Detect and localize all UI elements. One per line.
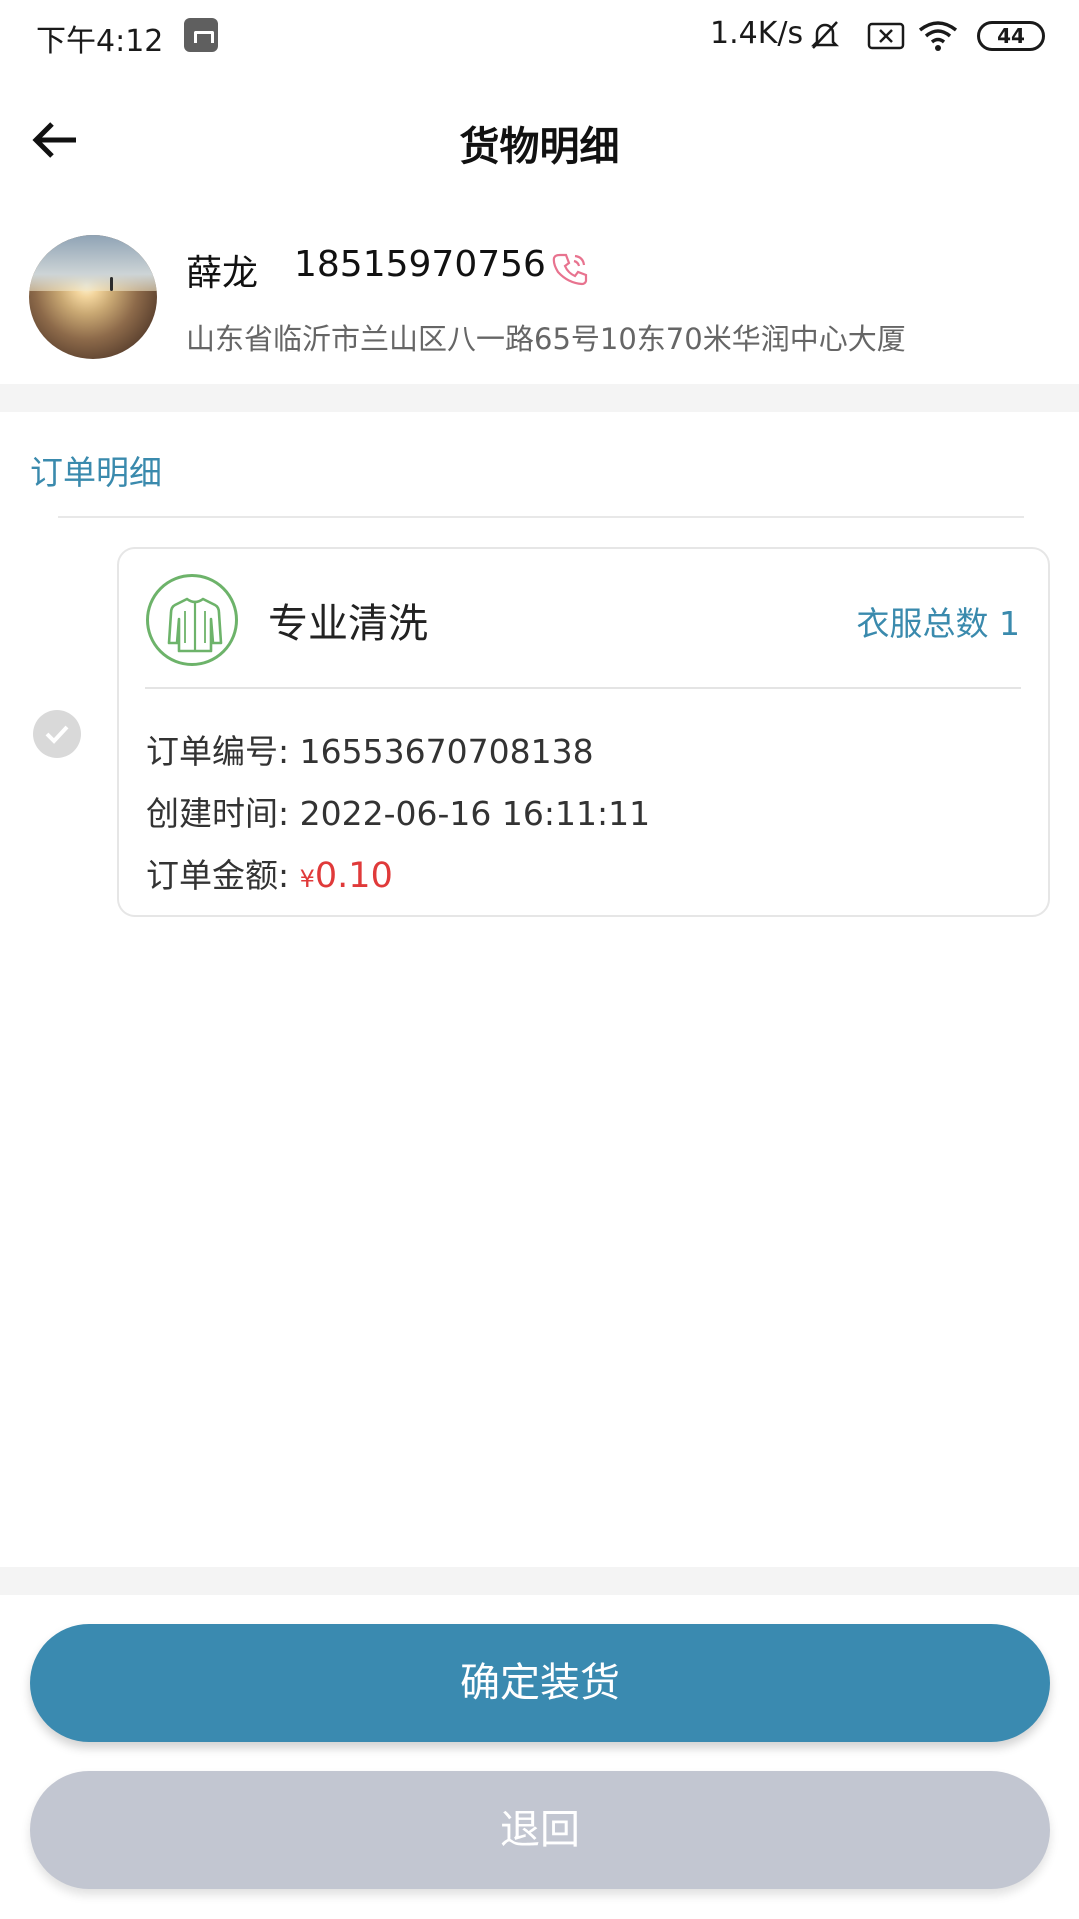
divider bbox=[145, 687, 1021, 689]
order-number-label: 订单编号: bbox=[146, 732, 290, 771]
divider bbox=[0, 1567, 1079, 1595]
return-button[interactable]: 退回 bbox=[30, 1771, 1050, 1889]
divider bbox=[58, 516, 1024, 518]
order-amount: 0.10 bbox=[314, 856, 393, 896]
page-title: 货物明细 bbox=[459, 124, 620, 170]
mi-icon bbox=[184, 18, 218, 52]
order-amount-label: 订单金额: bbox=[146, 856, 290, 895]
order-number-row: 订单编号: 16553670708138 bbox=[146, 725, 594, 773]
created-time-row: 创建时间: 2022-06-16 16:11:11 bbox=[146, 787, 650, 835]
status-time: 下午4:12 bbox=[36, 24, 164, 59]
sim-x-icon bbox=[867, 22, 905, 50]
confirm-loading-button[interactable]: 确定装货 bbox=[30, 1624, 1050, 1742]
divider bbox=[0, 384, 1079, 412]
jacket-icon bbox=[146, 574, 238, 666]
avatar bbox=[29, 235, 157, 359]
contact-address: 山东省临沂市兰山区八一路65号10东70米华润中心大厦 bbox=[186, 322, 906, 356]
battery-icon: 44 bbox=[977, 21, 1045, 51]
order-amount-row: 订单金额: ¥0.10 bbox=[146, 849, 393, 897]
status-net-speed: 1.4K/s bbox=[710, 16, 804, 51]
contact-info: 薛龙 18515970756 山东省临沂市兰山区八一路65号10东70米华润中心… bbox=[0, 230, 1079, 380]
phone-call-icon[interactable] bbox=[552, 250, 590, 288]
service-name: 专业清洗 bbox=[268, 601, 428, 647]
mute-bell-icon bbox=[810, 21, 840, 49]
section-title: 订单明细 bbox=[30, 453, 162, 492]
order-number: 16553670708138 bbox=[299, 732, 594, 771]
clothes-count: 衣服总数 1 bbox=[856, 604, 1021, 643]
order-card[interactable]: 专业清洗 衣服总数 1 订单编号: 16553670708138 创建时间: 2… bbox=[117, 547, 1050, 917]
status-bar: 下午4:12 1.4K/s 44 bbox=[0, 0, 1079, 72]
select-checkbox[interactable] bbox=[33, 710, 81, 758]
currency-symbol: ¥ bbox=[299, 865, 315, 893]
contact-name: 薛龙 bbox=[186, 253, 259, 294]
created-time: 2022-06-16 16:11:11 bbox=[299, 794, 651, 833]
contact-phone[interactable]: 18515970756 bbox=[294, 244, 546, 285]
created-time-label: 创建时间: bbox=[146, 794, 290, 833]
wifi-icon bbox=[918, 21, 958, 51]
header: 货物明细 bbox=[0, 100, 1079, 180]
check-icon bbox=[45, 725, 69, 744]
